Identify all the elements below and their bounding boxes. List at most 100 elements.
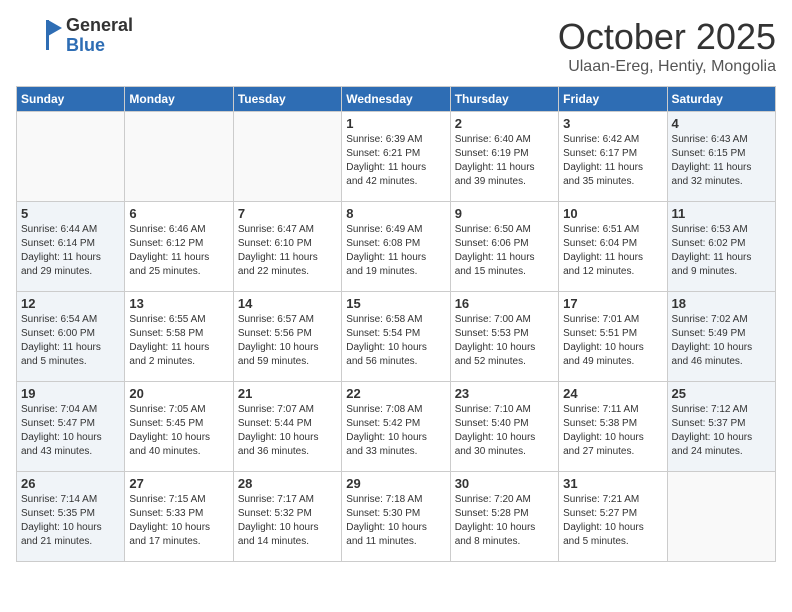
calendar-cell <box>125 112 233 202</box>
day-info: Sunrise: 6:50 AM Sunset: 6:06 PM Dayligh… <box>455 223 554 279</box>
calendar-cell: 20 Sunrise: 7:05 AM Sunset: 5:45 PM Dayli… <box>125 382 233 472</box>
weekday-header: Saturday <box>667 87 775 112</box>
day-number: 2 <box>455 116 554 131</box>
day-number: 12 <box>21 296 120 311</box>
weekday-header: Monday <box>125 87 233 112</box>
day-number: 27 <box>129 476 228 491</box>
calendar-cell: 16 Sunrise: 7:00 AM Sunset: 5:53 PM Dayli… <box>450 292 558 382</box>
calendar-cell: 30Sunrise: 7:20 AM Sunset: 5:28 PM Dayli… <box>450 472 558 562</box>
day-info: Sunrise: 7:20 AM Sunset: 5:28 PM Dayligh… <box>455 493 554 549</box>
day-number: 3 <box>563 116 662 131</box>
day-info: Sunrise: 7:00 AM Sunset: 5:53 PM Dayligh… <box>455 313 554 369</box>
day-info: Sunrise: 6:53 AM Sunset: 6:02 PM Dayligh… <box>672 223 771 279</box>
calendar-cell <box>17 112 125 202</box>
calendar-week-row: 26 Sunrise: 7:14 AM Sunset: 5:35 PM Dayli… <box>17 472 776 562</box>
calendar-cell <box>667 472 775 562</box>
day-number: 23 <box>455 386 554 401</box>
calendar-cell: 9 Sunrise: 6:50 AM Sunset: 6:06 PM Daylig… <box>450 202 558 292</box>
calendar-week-row: 19 Sunrise: 7:04 AM Sunset: 5:47 PM Dayli… <box>17 382 776 472</box>
day-info: Sunrise: 6:51 AM Sunset: 6:04 PM Dayligh… <box>563 223 662 279</box>
calendar-cell: 31Sunrise: 7:21 AM Sunset: 5:27 PM Dayli… <box>559 472 667 562</box>
day-info: Sunrise: 7:21 AM Sunset: 5:27 PM Dayligh… <box>563 493 662 549</box>
day-number: 21 <box>238 386 337 401</box>
day-number: 17 <box>563 296 662 311</box>
day-number: 4 <box>672 116 771 131</box>
calendar-cell: 22 Sunrise: 7:08 AM Sunset: 5:42 PM Dayli… <box>342 382 450 472</box>
weekday-header: Tuesday <box>233 87 341 112</box>
day-info: Sunrise: 7:10 AM Sunset: 5:40 PM Dayligh… <box>455 403 554 459</box>
day-info: Sunrise: 7:14 AM Sunset: 5:35 PM Dayligh… <box>21 493 120 549</box>
day-number: 19 <box>21 386 120 401</box>
day-info: Sunrise: 6:44 AM Sunset: 6:14 PM Dayligh… <box>21 223 120 279</box>
day-number: 29 <box>346 476 445 491</box>
calendar-cell: 3 Sunrise: 6:42 AM Sunset: 6:17 PM Daylig… <box>559 112 667 202</box>
day-number: 22 <box>346 386 445 401</box>
day-info: Sunrise: 7:12 AM Sunset: 5:37 PM Dayligh… <box>672 403 771 459</box>
day-info: Sunrise: 7:08 AM Sunset: 5:42 PM Dayligh… <box>346 403 445 459</box>
day-number: 9 <box>455 206 554 221</box>
day-info: Sunrise: 7:04 AM Sunset: 5:47 PM Dayligh… <box>21 403 120 459</box>
day-number: 8 <box>346 206 445 221</box>
subtitle: Ulaan-Ereg, Hentiy, Mongolia <box>558 58 776 76</box>
day-info: Sunrise: 6:43 AM Sunset: 6:15 PM Dayligh… <box>672 133 771 189</box>
calendar-cell: 11 Sunrise: 6:53 AM Sunset: 6:02 PM Dayli… <box>667 202 775 292</box>
day-number: 28 <box>238 476 337 491</box>
logo-general: General <box>66 16 133 36</box>
day-info: Sunrise: 6:46 AM Sunset: 6:12 PM Dayligh… <box>129 223 228 279</box>
day-number: 20 <box>129 386 228 401</box>
day-number: 5 <box>21 206 120 221</box>
day-info: Sunrise: 6:55 AM Sunset: 5:58 PM Dayligh… <box>129 313 228 369</box>
day-number: 1 <box>346 116 445 131</box>
day-info: Sunrise: 6:39 AM Sunset: 6:21 PM Dayligh… <box>346 133 445 189</box>
logo-blue: Blue <box>66 36 133 56</box>
calendar-cell: 1 Sunrise: 6:39 AM Sunset: 6:21 PM Daylig… <box>342 112 450 202</box>
day-number: 15 <box>346 296 445 311</box>
day-info: Sunrise: 7:02 AM Sunset: 5:49 PM Dayligh… <box>672 313 771 369</box>
day-info: Sunrise: 6:49 AM Sunset: 6:08 PM Dayligh… <box>346 223 445 279</box>
day-info: Sunrise: 7:05 AM Sunset: 5:45 PM Dayligh… <box>129 403 228 459</box>
calendar-cell: 12 Sunrise: 6:54 AM Sunset: 6:00 PM Dayli… <box>17 292 125 382</box>
calendar-cell: 18Sunrise: 7:02 AM Sunset: 5:49 PM Dayli… <box>667 292 775 382</box>
calendar-cell: 4 Sunrise: 6:43 AM Sunset: 6:15 PM Daylig… <box>667 112 775 202</box>
weekday-header: Friday <box>559 87 667 112</box>
day-number: 11 <box>672 206 771 221</box>
calendar-cell: 6 Sunrise: 6:46 AM Sunset: 6:12 PM Daylig… <box>125 202 233 292</box>
day-number: 6 <box>129 206 228 221</box>
calendar-cell: 5 Sunrise: 6:44 AM Sunset: 6:14 PM Daylig… <box>17 202 125 292</box>
logo-icon <box>16 16 66 56</box>
day-number: 14 <box>238 296 337 311</box>
day-info: Sunrise: 7:17 AM Sunset: 5:32 PM Dayligh… <box>238 493 337 549</box>
day-number: 10 <box>563 206 662 221</box>
calendar-cell: 7Sunrise: 6:47 AM Sunset: 6:10 PM Daylig… <box>233 202 341 292</box>
day-info: Sunrise: 6:57 AM Sunset: 5:56 PM Dayligh… <box>238 313 337 369</box>
calendar-cell <box>233 112 341 202</box>
day-number: 13 <box>129 296 228 311</box>
calendar-cell: 27 Sunrise: 7:15 AM Sunset: 5:33 PM Dayli… <box>125 472 233 562</box>
weekday-header: Sunday <box>17 87 125 112</box>
weekday-header-row: SundayMondayTuesdayWednesdayThursdayFrid… <box>17 87 776 112</box>
day-info: Sunrise: 7:11 AM Sunset: 5:38 PM Dayligh… <box>563 403 662 459</box>
day-info: Sunrise: 6:42 AM Sunset: 6:17 PM Dayligh… <box>563 133 662 189</box>
calendar-cell: 2 Sunrise: 6:40 AM Sunset: 6:19 PM Daylig… <box>450 112 558 202</box>
calendar-table: SundayMondayTuesdayWednesdayThursdayFrid… <box>16 86 776 562</box>
calendar-week-row: 1 Sunrise: 6:39 AM Sunset: 6:21 PM Daylig… <box>17 112 776 202</box>
header: GeneralBlue October 2025 Ulaan-Ereg, Hen… <box>16 16 776 76</box>
calendar-cell: 21Sunrise: 7:07 AM Sunset: 5:44 PM Dayli… <box>233 382 341 472</box>
calendar-cell: 14 Sunrise: 6:57 AM Sunset: 5:56 PM Dayli… <box>233 292 341 382</box>
day-number: 24 <box>563 386 662 401</box>
calendar-cell: 10 Sunrise: 6:51 AM Sunset: 6:04 PM Dayli… <box>559 202 667 292</box>
day-info: Sunrise: 6:54 AM Sunset: 6:00 PM Dayligh… <box>21 313 120 369</box>
day-info: Sunrise: 6:47 AM Sunset: 6:10 PM Dayligh… <box>238 223 337 279</box>
calendar-cell: 15Sunrise: 6:58 AM Sunset: 5:54 PM Dayli… <box>342 292 450 382</box>
calendar-week-row: 12 Sunrise: 6:54 AM Sunset: 6:00 PM Dayli… <box>17 292 776 382</box>
day-number: 26 <box>21 476 120 491</box>
calendar-cell: 24 Sunrise: 7:11 AM Sunset: 5:38 PM Dayli… <box>559 382 667 472</box>
day-number: 16 <box>455 296 554 311</box>
weekday-header: Wednesday <box>342 87 450 112</box>
calendar-cell: 25Sunrise: 7:12 AM Sunset: 5:37 PM Dayli… <box>667 382 775 472</box>
day-info: Sunrise: 6:40 AM Sunset: 6:19 PM Dayligh… <box>455 133 554 189</box>
calendar-week-row: 5 Sunrise: 6:44 AM Sunset: 6:14 PM Daylig… <box>17 202 776 292</box>
day-info: Sunrise: 7:15 AM Sunset: 5:33 PM Dayligh… <box>129 493 228 549</box>
calendar-cell: 26 Sunrise: 7:14 AM Sunset: 5:35 PM Dayli… <box>17 472 125 562</box>
calendar-cell: 23 Sunrise: 7:10 AM Sunset: 5:40 PM Dayli… <box>450 382 558 472</box>
